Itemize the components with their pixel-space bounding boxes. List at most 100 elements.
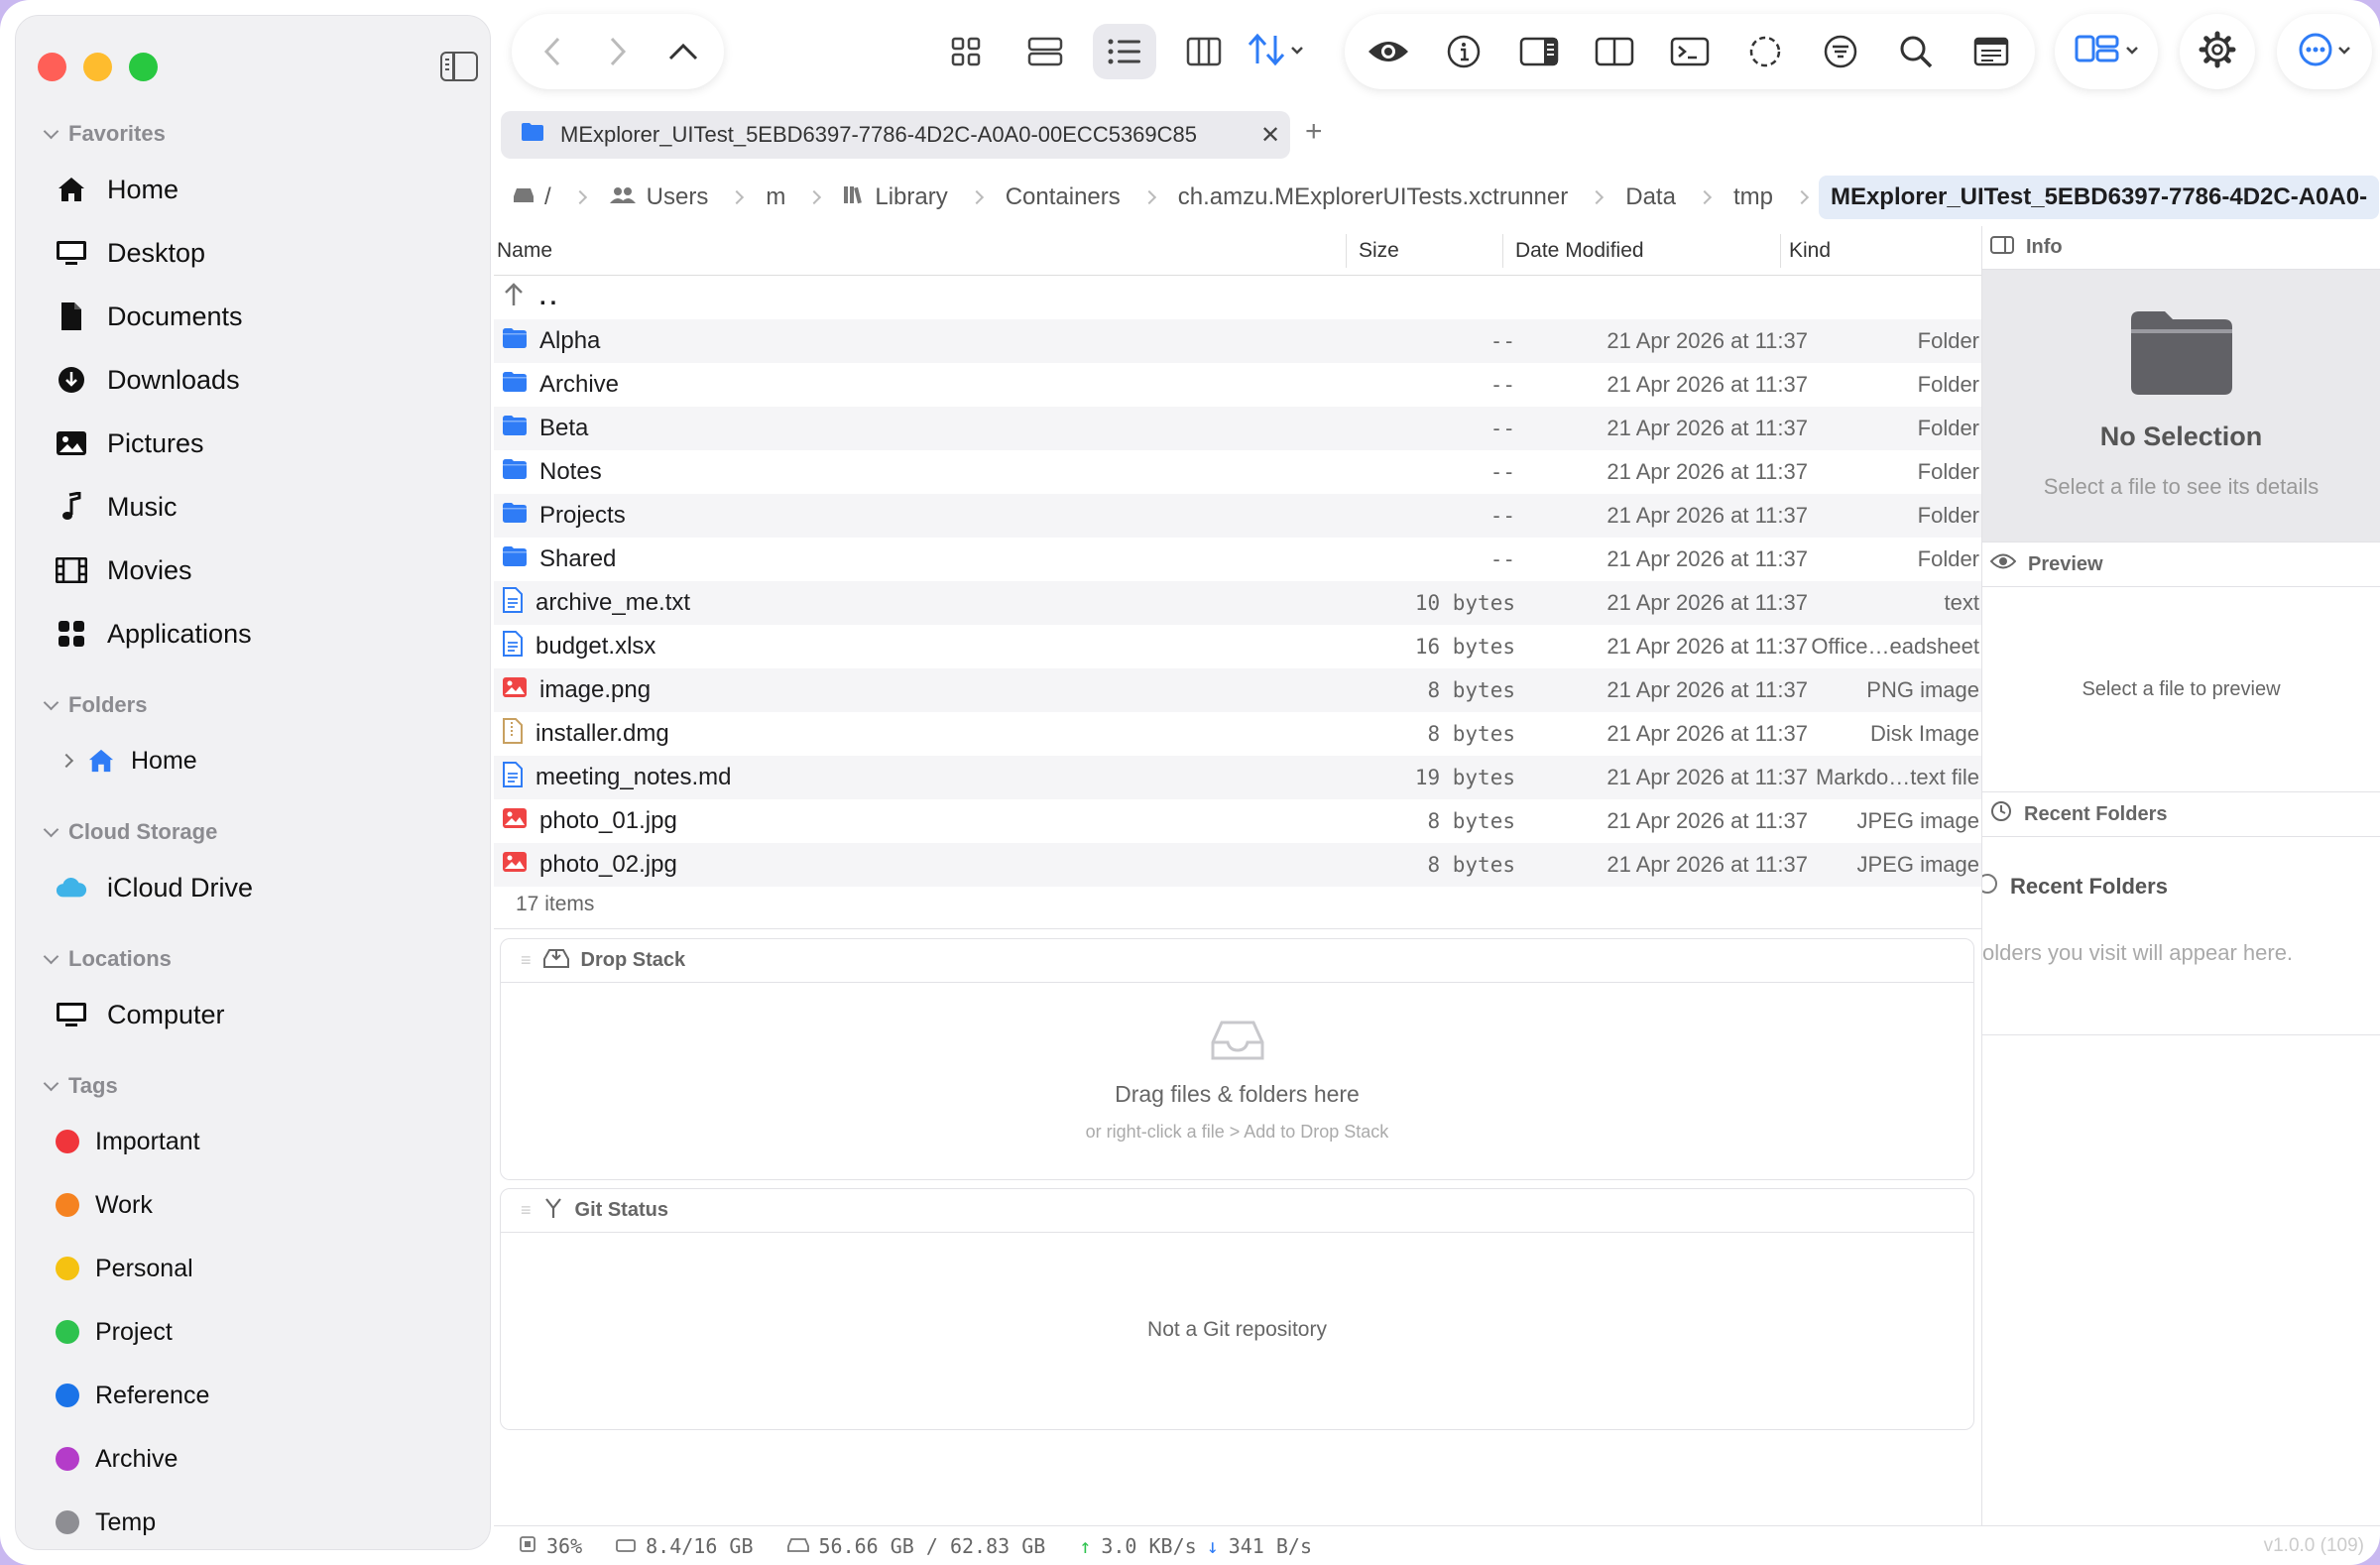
minimize-window-button[interactable]: [83, 53, 112, 81]
sidebar-item-documents[interactable]: Documents: [56, 290, 472, 343]
table-row[interactable]: Shared -- 21 Apr 2026 at 11:37 Folder: [494, 538, 1981, 581]
sidebar-item-movies[interactable]: Movies: [56, 543, 472, 597]
chevron-right-icon[interactable]: [59, 753, 74, 769]
tag-work[interactable]: Work: [56, 1178, 153, 1232]
kind-cell: Folder: [1917, 546, 1979, 571]
split-view-button[interactable]: [1583, 24, 1646, 79]
column-header-name[interactable]: Name: [494, 233, 1347, 268]
more-menu-button[interactable]: [2277, 14, 2372, 89]
git-status-header: ≡ Git Status: [501, 1189, 1973, 1233]
table-row[interactable]: budget.xlsx 16 bytes 21 Apr 2026 at 11:37 O…: [494, 625, 1981, 668]
info-button[interactable]: [1432, 24, 1495, 79]
new-tab-button[interactable]: +: [1305, 115, 1323, 149]
inspector-toggle-button[interactable]: [1507, 24, 1571, 79]
tag-personal[interactable]: Personal: [56, 1242, 193, 1295]
column-header-date[interactable]: Date Modified: [1503, 233, 1781, 268]
table-row[interactable]: Alpha -- 21 Apr 2026 at 11:37 Folder: [494, 319, 1981, 363]
sidebar-item-icloud-drive[interactable]: iCloud Drive: [56, 861, 472, 914]
table-row[interactable]: Beta -- 21 Apr 2026 at 11:37 Folder: [494, 407, 1981, 450]
tag-archive[interactable]: Archive: [56, 1432, 178, 1486]
section-cloud-storage[interactable]: Cloud Storage: [42, 819, 217, 845]
up-button[interactable]: [652, 24, 715, 79]
recent-folders-header: Recent Folders: [1982, 791, 2380, 837]
close-tab-icon[interactable]: ✕: [1250, 121, 1290, 150]
sidebar-item-pictures[interactable]: Pictures: [56, 417, 472, 470]
sidebar-item-downloads[interactable]: Downloads: [56, 353, 472, 407]
settings-button[interactable]: [2180, 14, 2255, 89]
maximize-window-button[interactable]: [129, 53, 158, 81]
drag-handle-icon[interactable]: ≡: [521, 950, 532, 971]
tag-temp[interactable]: Temp: [56, 1496, 156, 1549]
list-view-button[interactable]: [1093, 24, 1156, 79]
section-locations[interactable]: Locations: [42, 946, 172, 972]
tag-reference[interactable]: Reference: [56, 1369, 209, 1422]
table-row[interactable]: image.png 8 bytes 21 Apr 2026 at 11:37 PNG …: [494, 668, 1981, 712]
breadcrumb-label: Users: [646, 183, 709, 210]
sidebar-item-desktop[interactable]: Desktop: [56, 226, 472, 280]
sidebar-item-label: Applications: [107, 618, 252, 649]
sidebar-toggle-icon[interactable]: [440, 52, 478, 81]
breadcrumb-current[interactable]: MExplorer_UITest_5EBD6397-7786-4D2C-A0A0…: [1818, 176, 2380, 219]
table-row[interactable]: photo_02.jpg 8 bytes 21 Apr 2026 at 11:37 J…: [494, 843, 1981, 887]
table-row[interactable]: meeting_notes.md 19 bytes 21 Apr 2026 at 1…: [494, 756, 1981, 799]
breadcrumb-m[interactable]: m: [754, 183, 797, 211]
forward-button[interactable]: [586, 24, 650, 79]
breadcrumb-data[interactable]: Data: [1613, 183, 1688, 211]
date-cell: 21 Apr 2026 at 11:37: [1606, 459, 1808, 484]
parent-directory-row[interactable]: ..: [494, 276, 1981, 319]
column-view-button[interactable]: [1172, 24, 1236, 79]
table-row[interactable]: installer.dmg 8 bytes 21 Apr 2026 at 11:37…: [494, 712, 1981, 756]
item-count: 17 items: [516, 893, 595, 915]
breadcrumb-tmp[interactable]: tmp: [1722, 183, 1785, 211]
chevron-right-icon: [572, 189, 587, 205]
tag-project[interactable]: Project: [56, 1305, 173, 1359]
archive-file-icon: [502, 717, 524, 751]
filter-button[interactable]: [1809, 24, 1872, 79]
search-button[interactable]: [1884, 24, 1948, 79]
column-label: Date Modified: [1515, 238, 1644, 262]
column-header-size[interactable]: Size: [1347, 233, 1503, 268]
selection-button[interactable]: [1733, 24, 1797, 79]
table-row[interactable]: Archive -- 21 Apr 2026 at 11:37 Folder: [494, 363, 1981, 407]
table-row[interactable]: Notes -- 21 Apr 2026 at 11:37 Folder: [494, 450, 1981, 494]
tab-current[interactable]: MExplorer_UITest_5EBD6397-7786-4D2C-A0A0…: [501, 111, 1290, 159]
layout-menu-button[interactable]: [2055, 14, 2158, 89]
sidebar-item-music[interactable]: Music: [56, 480, 472, 534]
drop-zone[interactable]: Drag files & folders here or right-click…: [501, 1019, 1973, 1143]
table-row[interactable]: Projects -- 21 Apr 2026 at 11:37 Folder: [494, 494, 1981, 538]
section-favorites[interactable]: Favorites: [42, 121, 166, 147]
version-label: v1.0.0 (109): [2263, 1535, 2364, 1556]
column-header-kind[interactable]: Kind: [1781, 234, 1979, 268]
gallery-view-button[interactable]: [1013, 24, 1077, 79]
section-label: Locations: [68, 946, 172, 971]
reader-button[interactable]: [1960, 24, 2023, 79]
chevron-right-icon: [1794, 189, 1810, 205]
section-tags[interactable]: Tags: [42, 1073, 118, 1099]
terminal-button[interactable]: [1658, 24, 1722, 79]
sort-button[interactable]: [1234, 14, 1317, 89]
sort-arrows-icon: [1247, 32, 1286, 72]
breadcrumb-library[interactable]: Library: [831, 183, 959, 211]
sidebar-item-applications[interactable]: Applications: [56, 607, 472, 661]
breadcrumb-users[interactable]: Users: [597, 183, 721, 211]
back-button[interactable]: [521, 24, 584, 79]
icon-view-button[interactable]: [934, 24, 998, 79]
breadcrumb-root[interactable]: /: [501, 183, 563, 211]
table-row[interactable]: photo_01.jpg 8 bytes 21 Apr 2026 at 11:37 J…: [494, 799, 1981, 843]
arrow-up-left-icon: [502, 282, 528, 314]
breadcrumb-containers[interactable]: Containers: [994, 183, 1132, 211]
tag-important[interactable]: Important: [56, 1115, 200, 1168]
quick-look-button[interactable]: [1357, 24, 1420, 79]
size-cell: 8 bytes: [1427, 853, 1515, 877]
tab-title: MExplorer_UITest_5EBD6397-7786-4D2C-A0A0…: [560, 122, 1198, 147]
sidebar-item-computer[interactable]: Computer: [56, 988, 472, 1041]
upload-value: 3.0 KB/s: [1101, 1534, 1197, 1558]
close-window-button[interactable]: [38, 53, 66, 81]
table-row[interactable]: archive_me.txt 10 bytes 21 Apr 2026 at 11:…: [494, 581, 1981, 625]
section-folders[interactable]: Folders: [42, 692, 147, 718]
drag-handle-icon[interactable]: ≡: [521, 1200, 532, 1221]
breadcrumb-xctrunner[interactable]: ch.amzu.MExplorerUITests.xctrunner: [1166, 183, 1580, 211]
sidebar-item-label: Home: [131, 746, 197, 775]
sidebar-item-folder-home[interactable]: Home: [59, 734, 478, 787]
sidebar-item-home[interactable]: Home: [56, 163, 472, 216]
